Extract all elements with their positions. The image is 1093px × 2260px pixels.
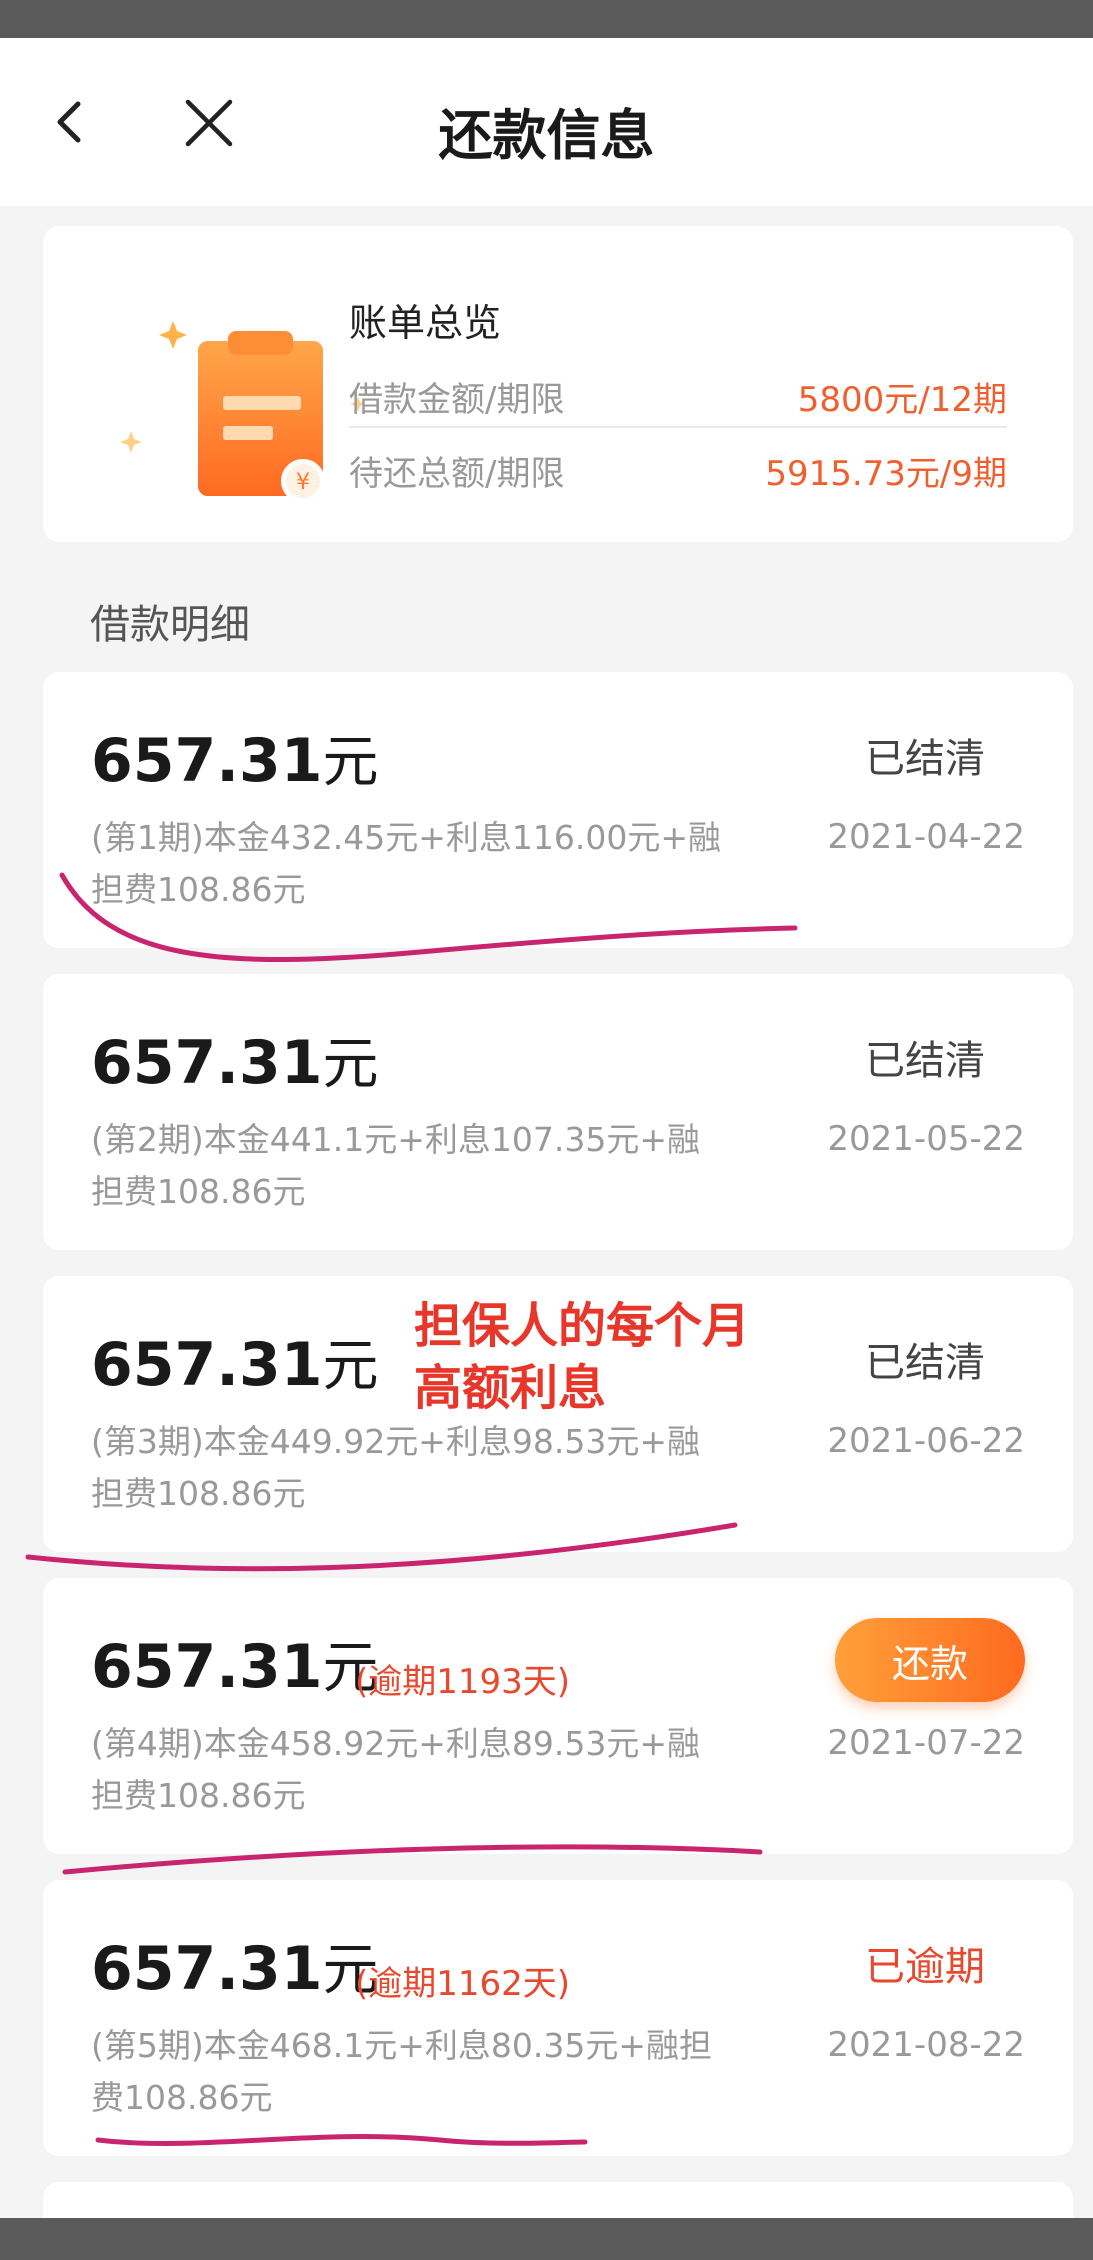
loan-amount-value: 5800元/12期 [797, 380, 1007, 420]
annotation-text: 担保人的每个月 高额利息 [414, 1298, 751, 1416]
due-date: 2021-04-22 [827, 817, 1025, 857]
installment-detail: (第1期)本金432.45元+利息116.00元+融担费108.86元 [91, 818, 721, 909]
due-date: 2021-08-22 [827, 2025, 1025, 2065]
svg-text:¥: ¥ [296, 470, 310, 495]
top-nav-bar: 还款信息 [0, 38, 1093, 206]
section-label: 借款明细 [90, 602, 250, 648]
overdue-days: (逾期1162天) [355, 1964, 571, 2004]
due-date: 2021-06-22 [827, 1421, 1025, 1461]
installment-detail: (第2期)本金441.1元+利息107.35元+融担费108.86元 [91, 1120, 700, 1211]
due-date: 2021-07-22 [827, 1723, 1025, 1763]
outstanding-value: 5915.73元/9期 [765, 454, 1007, 494]
outstanding-label: 待还总额/期限 [349, 454, 565, 494]
installment-amount: 657.31元 [91, 1028, 379, 1098]
status-settled: 已结清 [865, 736, 985, 782]
installment-card[interactable]: 657.31元 (逾期1193天) 还款 (第4期)本金458.92元+利息89… [43, 1578, 1073, 1854]
repay-button[interactable]: 还款 [835, 1618, 1025, 1702]
installment-card[interactable]: 657.31元 已结清 (第1期)本金432.45元+利息116.00元+融担费… [43, 672, 1073, 948]
installment-amount: 657.31元 [91, 1330, 379, 1400]
bill-summary-card: ¥ 账单总览 借款金额/期限 5800元/12期 待还总额/期限 5915.73… [43, 226, 1073, 542]
installment-amount: 657.31元 [91, 1632, 379, 1702]
page-title: 还款信息 [438, 104, 655, 167]
summary-title: 账单总览 [349, 301, 502, 345]
divider [349, 426, 1007, 428]
installment-card[interactable]: 657.31元 (逾期1162天) 已逾期 (第5期)本金468.1元+利息80… [43, 1880, 1073, 2156]
due-date: 2021-05-22 [827, 1119, 1025, 1159]
system-nav-bar [0, 2218, 1093, 2260]
status-settled: 已结清 [865, 1038, 985, 1084]
status-overdue: 已逾期 [865, 1944, 985, 1990]
overdue-days: (逾期1193天) [355, 1662, 571, 1702]
installment-detail: (第4期)本金458.92元+利息89.53元+融担费108.86元 [91, 1724, 700, 1815]
status-settled: 已结清 [865, 1340, 985, 1386]
status-bar [0, 0, 1093, 38]
installment-detail: (第3期)本金449.92元+利息98.53元+融担费108.86元 [91, 1422, 700, 1513]
installment-amount: 657.31元 [91, 726, 379, 796]
bill-clipboard-icon: ¥ [120, 321, 363, 501]
installment-detail: (第5期)本金468.1元+利息80.35元+融担费108.86元 [91, 2026, 712, 2117]
installment-card[interactable]: 657.31元 已结清 (第2期)本金441.1元+利息107.35元+融担费1… [43, 974, 1073, 1250]
loan-amount-label: 借款金额/期限 [349, 380, 565, 420]
installment-amount: 657.31元 [91, 1934, 379, 2004]
